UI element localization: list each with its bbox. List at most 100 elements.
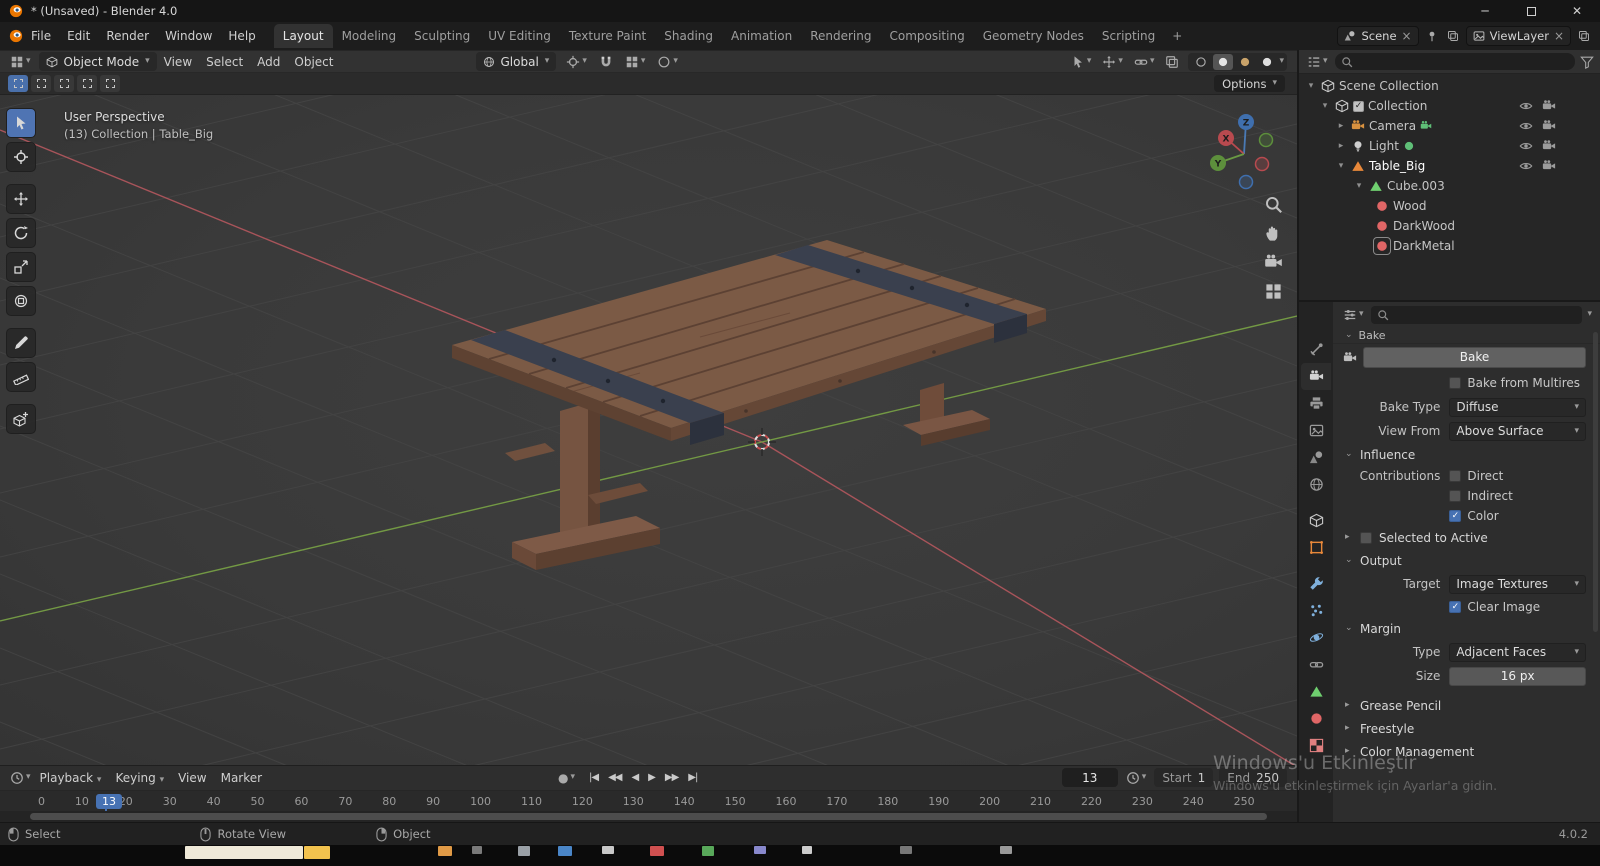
- current-frame-field[interactable]: 13: [1061, 768, 1118, 788]
- hide-eye-toggle[interactable]: [1519, 159, 1533, 173]
- menu-object[interactable]: Object: [287, 55, 340, 69]
- auto-keying-record-icon[interactable]: ● ▾: [556, 771, 577, 785]
- select-mode-invert-button[interactable]: [77, 75, 97, 92]
- disclosure-triangle[interactable]: ▾: [1305, 81, 1317, 91]
- taskbar-icon-fragment[interactable]: [900, 846, 912, 854]
- gizmos-dropdown[interactable]: ▾: [1100, 55, 1125, 69]
- snap-toggle-icon[interactable]: [597, 55, 615, 69]
- properties-tab-view-layer[interactable]: [1301, 417, 1331, 444]
- gizmo-x-negative[interactable]: [1254, 156, 1270, 172]
- minimize-button[interactable]: ─: [1462, 0, 1508, 22]
- tab-uv-editing[interactable]: UV Editing: [479, 24, 560, 48]
- tab-animation[interactable]: Animation: [722, 24, 801, 48]
- taskbar-icon-fragment[interactable]: [438, 846, 452, 856]
- table-model[interactable]: [452, 240, 1046, 570]
- outliner-row-collection[interactable]: ▾ ✓ Collection: [1299, 96, 1600, 116]
- select-mode-subtract-button[interactable]: [54, 75, 74, 92]
- properties-tab-object[interactable]: [1301, 534, 1331, 561]
- options-button[interactable]: Options ▾: [1214, 75, 1285, 92]
- properties-scrollbar[interactable]: [1593, 332, 1598, 632]
- blender-menu-icon[interactable]: [9, 29, 23, 43]
- color-checkbox[interactable]: ✓: [1449, 510, 1462, 522]
- add-cube-tool[interactable]: [6, 404, 36, 434]
- taskbar-icon-fragment[interactable]: [802, 846, 812, 854]
- transform-tool[interactable]: [6, 286, 36, 316]
- disclosure-triangle[interactable]: ▾: [1335, 161, 1347, 171]
- collection-exclude-checkbox[interactable]: ✓: [1353, 100, 1364, 112]
- properties-tab-constraints[interactable]: [1301, 651, 1331, 678]
- end-frame-field[interactable]: End 250: [1219, 768, 1287, 788]
- bake-panel-header[interactable]: ⌄ Bake: [1333, 327, 1600, 344]
- color-management-panel-header[interactable]: ▸ Color Management: [1333, 740, 1600, 763]
- menu-add[interactable]: Add: [250, 55, 287, 69]
- tab-sculpting[interactable]: Sculpting: [405, 24, 479, 48]
- shading-wireframe-icon[interactable]: [1191, 54, 1211, 70]
- mode-dropdown[interactable]: Object Mode ▾: [38, 52, 157, 71]
- direct-checkbox[interactable]: ✓: [1449, 470, 1462, 482]
- properties-tab-output[interactable]: [1301, 390, 1331, 417]
- selectability-dropdown[interactable]: ▾: [1069, 55, 1094, 69]
- bake-type-dropdown[interactable]: Diffuse ▾: [1449, 397, 1586, 417]
- properties-search-input[interactable]: [1370, 305, 1583, 324]
- play-icon[interactable]: ▶: [644, 772, 659, 783]
- taskbar-icon-fragment[interactable]: [702, 846, 714, 856]
- move-tool[interactable]: [6, 184, 36, 214]
- tab-rendering[interactable]: Rendering: [801, 24, 880, 48]
- properties-tab-tool[interactable]: [1301, 336, 1331, 363]
- menu-window[interactable]: Window: [157, 29, 220, 43]
- taskbar-icon-fragment[interactable]: [472, 846, 482, 854]
- timeline-scrollbar-handle[interactable]: [30, 813, 1267, 821]
- menu-marker[interactable]: Marker: [214, 771, 269, 785]
- zoom-icon[interactable]: [1264, 195, 1283, 214]
- gizmo-z-negative[interactable]: [1238, 174, 1254, 190]
- tab-shading[interactable]: Shading: [655, 24, 722, 48]
- maximize-button[interactable]: [1508, 0, 1554, 22]
- bake-button[interactable]: Bake: [1363, 347, 1586, 368]
- properties-tab-render[interactable]: [1301, 363, 1331, 390]
- influence-section-header[interactable]: ⌄ Influence: [1333, 443, 1600, 466]
- output-section-header[interactable]: ⌄ Output: [1333, 549, 1600, 572]
- freestyle-panel-header[interactable]: ▸ Freestyle: [1333, 717, 1600, 740]
- prev-keyframe-icon[interactable]: ◀◀: [604, 772, 625, 783]
- properties-editor-type-icon[interactable]: ▾: [1341, 308, 1366, 322]
- outliner-row-wood[interactable]: Wood: [1299, 196, 1600, 216]
- properties-tab-collection[interactable]: [1301, 507, 1331, 534]
- indirect-checkbox[interactable]: ✓: [1449, 490, 1462, 502]
- timeline-scrollbar[interactable]: [0, 811, 1297, 822]
- play-reverse-icon[interactable]: ◀: [627, 772, 642, 783]
- cursor-tool[interactable]: [6, 142, 36, 172]
- start-frame-field[interactable]: Start 1: [1154, 768, 1214, 788]
- grease-pencil-panel-header[interactable]: ▸ Grease Pencil: [1333, 694, 1600, 717]
- outliner-row-darkmetal[interactable]: DarkMetal: [1299, 236, 1600, 256]
- properties-tab-modifiers[interactable]: [1301, 570, 1331, 597]
- outliner-row-camera[interactable]: ▸ Camera: [1299, 116, 1600, 136]
- scale-tool[interactable]: [6, 252, 36, 282]
- render-visibility-toggle[interactable]: [1542, 119, 1556, 133]
- view-layer-remove-icon[interactable]: ×: [1554, 29, 1564, 43]
- disclosure-triangle[interactable]: ▸: [1335, 121, 1347, 131]
- select-mode-extend-button[interactable]: [31, 75, 51, 92]
- tab-scripting[interactable]: Scripting: [1093, 24, 1164, 48]
- taskbar-icon-fragment[interactable]: [185, 846, 303, 859]
- close-button[interactable]: ✕: [1554, 0, 1600, 22]
- menu-edit[interactable]: Edit: [59, 29, 98, 43]
- selected-to-active-header[interactable]: ▸ ✓ Selected to Active: [1333, 526, 1600, 549]
- select-mode-intersect-button[interactable]: [100, 75, 120, 92]
- outliner-row-table-big[interactable]: ▾ Table_Big: [1299, 156, 1600, 176]
- properties-tab-world[interactable]: [1301, 471, 1331, 498]
- outliner-filter-icon[interactable]: [1580, 55, 1594, 69]
- view-layer-selector[interactable]: ViewLayer ×: [1465, 26, 1571, 46]
- pin-scene-icon[interactable]: [1424, 30, 1440, 42]
- transform-orientation-dropdown[interactable]: Global ▾: [475, 52, 557, 71]
- timeline-ruler[interactable]: 0 10 20 30 40 50 60 70 80 90 100 110 120 130 140 150 160…: [0, 789, 1297, 813]
- taskbar-icon-fragment[interactable]: [754, 846, 766, 854]
- disclosure-triangle[interactable]: ▸: [1335, 141, 1347, 151]
- properties-filter-icon[interactable]: ▾: [1587, 310, 1592, 319]
- bake-from-multires-checkbox[interactable]: ✓: [1449, 377, 1462, 389]
- margin-section-header[interactable]: ⌄ Margin: [1333, 617, 1600, 640]
- select-mode-set-button[interactable]: [8, 75, 28, 92]
- view-from-dropdown[interactable]: Above Surface ▾: [1449, 421, 1586, 441]
- properties-tab-material[interactable]: [1301, 705, 1331, 732]
- taskbar-icon-fragment[interactable]: [650, 846, 664, 856]
- xray-toggle-icon[interactable]: [1163, 55, 1181, 69]
